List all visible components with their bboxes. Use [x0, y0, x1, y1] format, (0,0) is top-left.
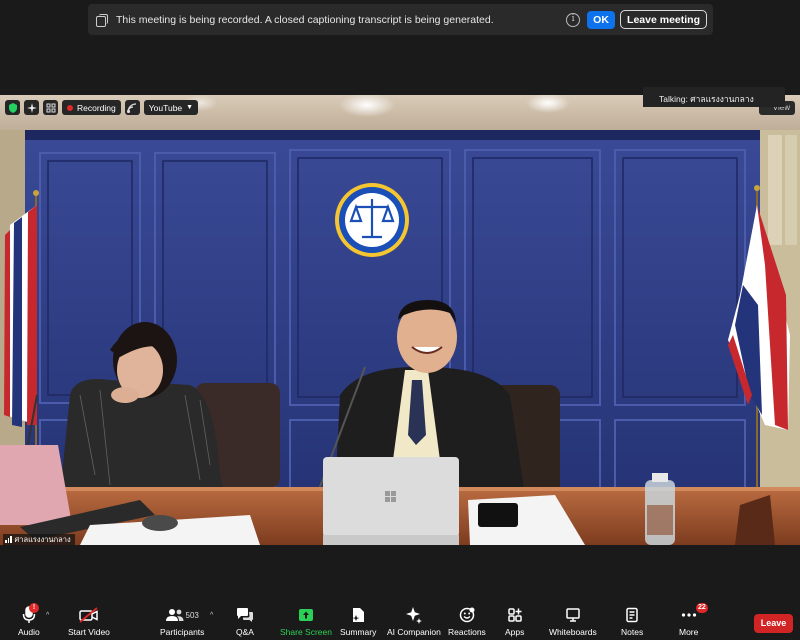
ai-companion-button[interactable]: AI Companion [387, 606, 441, 637]
summary-button[interactable]: Summary [340, 606, 376, 637]
recording-indicator[interactable]: Recording [62, 100, 121, 115]
talking-label: Talking: [659, 94, 688, 104]
more-notification-badge: 22 [696, 603, 708, 613]
ok-button[interactable]: OK [587, 10, 616, 29]
info-icon[interactable]: i [566, 12, 581, 27]
share-screen-icon [280, 606, 332, 624]
qa-chat-icon [236, 606, 254, 624]
whiteboards-button[interactable]: Whiteboards [549, 606, 597, 637]
video-off-icon [68, 606, 110, 624]
ai-companion-sparkle-icon [387, 606, 441, 624]
leave-meeting-button[interactable]: Leave meeting [620, 10, 707, 29]
participant-name-tag: ศาลแรงงานกลาง [3, 534, 75, 545]
recording-label: Recording [77, 102, 116, 113]
audio-button[interactable]: ! Audio [18, 603, 40, 637]
apps-icon [505, 606, 524, 624]
talking-name: ศาลแรงงานกลาง [690, 94, 754, 104]
audio-signal-icon [5, 536, 12, 543]
more-button[interactable]: 22 More [679, 603, 708, 637]
whiteboards-label: Whiteboards [549, 627, 597, 637]
apps-label: Apps [505, 627, 525, 637]
participants-options-caret-icon[interactable]: ^ [210, 612, 213, 619]
participant-name: ศาลแรงงานกลาง [14, 534, 71, 544]
participants-button[interactable]: 503 Participants [160, 606, 204, 637]
courtroom-scene [0, 95, 800, 545]
leave-button[interactable]: Leave [754, 614, 793, 633]
notes-button[interactable]: Notes [621, 606, 643, 637]
grid-apps-icon[interactable] [43, 100, 58, 115]
chevron-down-icon: ▼ [186, 104, 194, 111]
copy-icon [96, 13, 108, 27]
start-video-button[interactable]: Start Video [68, 606, 110, 637]
microphone-icon: ! [18, 603, 40, 624]
qa-button[interactable]: Q&A [236, 606, 254, 637]
participants-label: Participants [160, 627, 205, 637]
livestream-signal-icon[interactable] [124, 100, 140, 115]
security-shield-icon[interactable] [5, 100, 20, 115]
more-dots-icon: 22 [679, 603, 708, 624]
meeting-toolbar: ! Audio ^ Start Video 503 Participants ^… [0, 600, 800, 640]
audio-warning-badge: ! [29, 603, 39, 613]
reactions-smiley-icon [448, 606, 486, 624]
youtube-dropdown[interactable]: YouTube ▼ [143, 100, 199, 115]
talking-indicator: Talking: ศาลแรงงานกลาง [643, 87, 785, 107]
more-label: More [679, 627, 699, 637]
ai-companion-label: AI Companion [387, 627, 441, 637]
ai-sparkle-icon[interactable] [24, 100, 39, 115]
recording-message: This meeting is being recorded. A closed… [116, 13, 494, 26]
apps-button[interactable]: Apps [505, 606, 524, 637]
share-screen-button[interactable]: Share Screen [280, 606, 332, 637]
share-screen-label: Share Screen [280, 627, 332, 637]
audio-label: Audio [18, 627, 40, 637]
youtube-label: YouTube [148, 102, 183, 113]
summary-label: Summary [340, 627, 377, 637]
whiteboard-icon [549, 606, 597, 624]
start-video-label: Start Video [68, 627, 110, 637]
participants-icon: 503 [160, 606, 204, 624]
recording-banner: This meeting is being recorded. A closed… [88, 4, 713, 35]
qa-label: Q&A [236, 627, 254, 637]
participants-count: 503 [185, 610, 199, 620]
recording-dot-icon [67, 104, 73, 111]
zoom-meeting-window: This meeting is being recorded. A closed… [0, 0, 800, 640]
meeting-status-bar: Recording YouTube ▼ [5, 100, 199, 115]
reactions-button[interactable]: Reactions [448, 606, 486, 637]
notes-icon [621, 606, 643, 624]
reactions-label: Reactions [448, 627, 486, 637]
audio-options-caret-icon[interactable]: ^ [46, 612, 49, 619]
summary-document-icon [340, 606, 376, 624]
active-speaker-video[interactable] [0, 95, 800, 545]
notes-label: Notes [621, 627, 644, 637]
